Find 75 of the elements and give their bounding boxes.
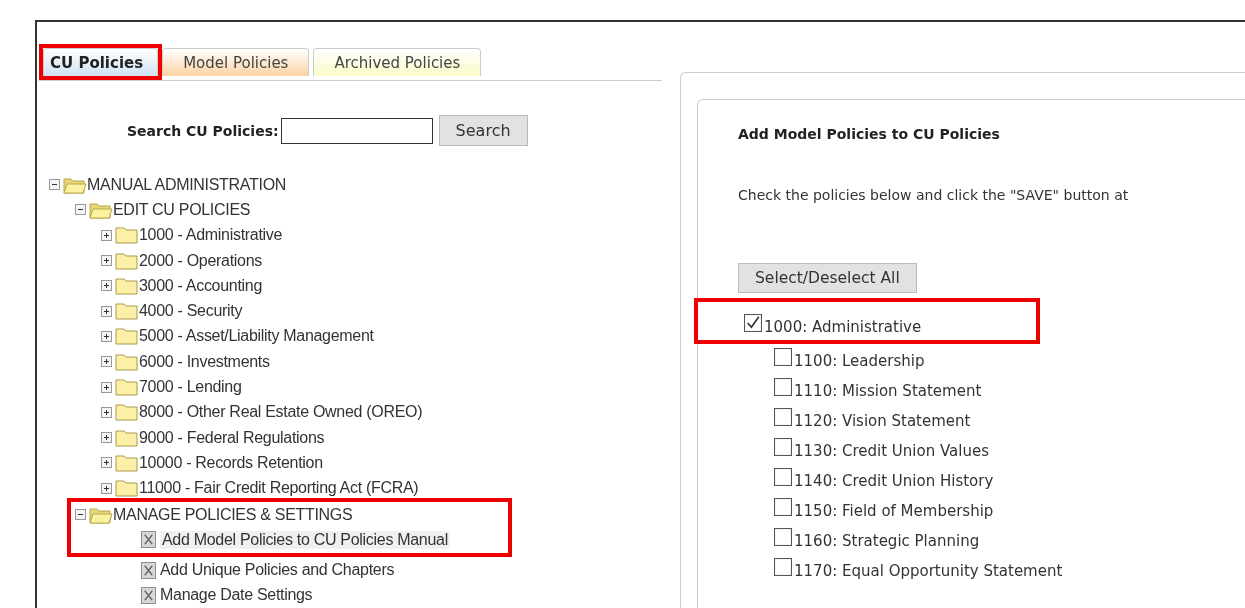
tree-item[interactable]: Manage Date Settings	[160, 586, 313, 605]
document-icon	[141, 586, 156, 604]
tree-item[interactable]: 9000 - Federal Regulations	[139, 428, 325, 447]
checkbox[interactable]	[774, 408, 792, 426]
expand-icon[interactable]	[101, 255, 112, 267]
tree-item[interactable]: EDIT CU POLICIES	[113, 200, 251, 219]
policy-label: 1130: Credit Union Values	[794, 442, 989, 460]
tree-item[interactable]: 5000 - Asset/Liability Management	[139, 327, 374, 346]
checkbox[interactable]	[744, 314, 762, 332]
policy-label: 1140: Credit Union History	[794, 472, 994, 490]
expand-icon[interactable]	[101, 432, 112, 444]
expand-icon[interactable]	[101, 280, 112, 292]
policy-label: 1160: Strategic Planning	[794, 532, 980, 550]
folder-icon	[115, 251, 139, 270]
folder-icon	[115, 479, 139, 498]
search-button[interactable]: Search	[438, 115, 528, 146]
search-label: Search CU Policies:	[127, 122, 279, 139]
policy-label: 1170: Equal Opportunity Statement	[794, 562, 1063, 580]
folder-icon	[115, 226, 139, 245]
folder-icon	[115, 352, 139, 371]
open-folder-icon	[89, 200, 113, 219]
expand-icon[interactable]	[101, 305, 112, 317]
tree-item[interactable]: 3000 - Accounting	[139, 276, 262, 295]
checkbox[interactable]	[774, 558, 792, 576]
folder-icon	[115, 276, 139, 295]
tree-item[interactable]: Add Model Policies to CU Policies Manual	[160, 530, 450, 549]
collapse-icon[interactable]	[49, 179, 60, 191]
expand-icon[interactable]	[101, 381, 112, 393]
tree-item[interactable]: MANUAL ADMINISTRATION	[87, 175, 287, 194]
open-folder-icon	[63, 175, 87, 194]
tree-item[interactable]: 11000 - Fair Credit Reporting Act (FCRA)	[139, 479, 419, 498]
expand-icon[interactable]	[101, 482, 112, 494]
select-all-button[interactable]: Select/Deselect All	[738, 263, 917, 293]
expand-icon[interactable]	[101, 330, 112, 342]
policy-label: 1110: Mission Statement	[794, 382, 982, 400]
tree-item[interactable]: 2000 - Operations	[139, 251, 262, 270]
folder-icon	[115, 327, 139, 346]
folder-icon	[115, 403, 139, 422]
policy-label: 1000: Administrative	[764, 318, 922, 336]
folder-icon	[115, 428, 139, 447]
document-icon	[141, 561, 156, 579]
tree-item[interactable]: 6000 - Investments	[139, 352, 270, 371]
checkbox[interactable]	[774, 378, 792, 396]
checkbox[interactable]	[774, 348, 792, 366]
expand-icon[interactable]	[101, 406, 112, 418]
instructions-text: Check the policies below and click the "SAVE" button at	[738, 187, 1130, 203]
collapse-icon[interactable]	[75, 509, 86, 520]
tab[interactable]: Model Policies	[162, 48, 310, 76]
tree-item[interactable]: 7000 - Lending	[139, 378, 242, 396]
tree-item[interactable]: MANAGE POLICIES & SETTINGS	[113, 505, 353, 524]
tree-item[interactable]: 8000 - Other Real Estate Owned (OREO)	[139, 403, 423, 422]
search-field[interactable]	[280, 117, 433, 144]
folder-icon	[115, 453, 139, 472]
checkbox[interactable]	[774, 438, 792, 456]
checkbox[interactable]	[774, 498, 792, 516]
tree-item[interactable]: 4000 - Security	[139, 302, 243, 321]
folder-icon	[115, 378, 139, 396]
tab[interactable]: CU Policies	[43, 48, 159, 76]
tree-item[interactable]: 1000 - Administrative	[139, 226, 283, 245]
tree-item[interactable]: 10000 - Records Retention	[139, 453, 323, 472]
policy-label: 1120: Vision Statement	[794, 412, 971, 430]
expand-icon[interactable]	[101, 229, 112, 241]
policy-label: 1100: Leadership	[794, 352, 925, 370]
expand-icon[interactable]	[101, 457, 112, 469]
tree-item[interactable]: Add Unique Policies and Chapters	[160, 561, 395, 580]
document-icon	[141, 531, 156, 549]
tab[interactable]: Archived Policies	[313, 48, 482, 76]
open-folder-icon	[89, 505, 113, 524]
collapse-icon[interactable]	[75, 204, 86, 216]
checkbox[interactable]	[774, 528, 792, 546]
folder-icon	[115, 302, 139, 321]
expand-icon[interactable]	[101, 356, 112, 368]
panel-title: Add Model Policies to CU Policies	[738, 126, 1001, 142]
checkbox[interactable]	[774, 468, 792, 486]
policy-label: 1150: Field of Membership	[794, 502, 994, 520]
